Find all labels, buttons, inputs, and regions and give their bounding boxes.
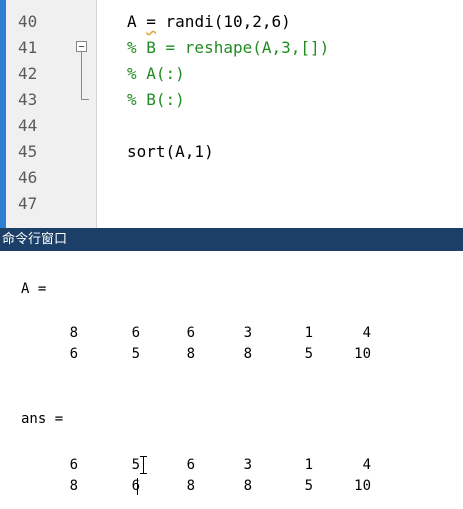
gutter-divider xyxy=(96,0,97,228)
matrix-cell: 1 xyxy=(304,325,313,341)
line-number: 45 xyxy=(18,142,38,161)
matrix-cell: 8 xyxy=(69,325,78,341)
code-text: randi(10,2,6) xyxy=(155,12,291,31)
ibeam-cursor-icon xyxy=(139,456,149,474)
matrix-cell: 6 xyxy=(131,325,140,341)
code-comment-line[interactable]: % A(:) xyxy=(127,64,185,83)
matrix-cell: 8 xyxy=(186,346,195,362)
matrix-cell: 8 xyxy=(69,478,78,494)
line-number: 47 xyxy=(18,194,38,213)
code-fold-end xyxy=(81,99,89,100)
matrix-cell: 8 xyxy=(243,478,252,494)
command-window-title-bar[interactable]: 命令行窗口 xyxy=(0,228,463,251)
matrix-cell: 3 xyxy=(243,325,252,341)
matrix-cell: 8 xyxy=(186,478,195,494)
output-variable-label: ans = xyxy=(21,411,64,427)
code-comment-line[interactable]: % B = reshape(A,3,[]) xyxy=(127,38,329,57)
output-variable-label: A = xyxy=(21,281,47,297)
line-number: 44 xyxy=(18,116,38,135)
matrix-cell: 6 xyxy=(186,457,195,473)
code-comment-line[interactable]: % B(:) xyxy=(127,90,185,109)
line-number: 43 xyxy=(18,90,38,109)
matrix-cell: 6 xyxy=(186,325,195,341)
matrix-cell: 4 xyxy=(362,457,371,473)
matrix-cell: 5 xyxy=(131,346,140,362)
line-number: 40 xyxy=(18,12,38,31)
code-fold-line xyxy=(81,52,82,99)
text-caret xyxy=(137,478,138,495)
line-number: 41 xyxy=(18,38,38,57)
command-window-title: 命令行窗口 xyxy=(2,232,68,247)
code-editor[interactable]: 40 41 42 43 44 45 46 47 A = randi(10,2,6… xyxy=(0,0,463,228)
matrix-cell: 6 xyxy=(69,346,78,362)
matrix-cell: 10 xyxy=(354,346,371,362)
matrix-cell: 6 xyxy=(131,478,140,494)
code-fold-toggle[interactable] xyxy=(76,41,87,52)
matrix-cell: 5 xyxy=(131,457,140,473)
line-number: 42 xyxy=(18,64,38,83)
code-line[interactable]: sort(A,1) xyxy=(127,142,214,161)
matrix-cell: 10 xyxy=(354,478,371,494)
code-line[interactable]: A = randi(10,2,6) xyxy=(127,12,291,31)
matrix-cell: 4 xyxy=(362,325,371,341)
line-number: 46 xyxy=(18,168,38,187)
matrix-cell: 6 xyxy=(69,457,78,473)
matrix-cell: 5 xyxy=(304,478,313,494)
matrix-cell: 8 xyxy=(243,346,252,362)
matrix-cell: 5 xyxy=(304,346,313,362)
matrix-cell: 3 xyxy=(243,457,252,473)
warning-underline[interactable]: = xyxy=(146,12,156,31)
code-text: A xyxy=(127,12,147,31)
matrix-cell: 1 xyxy=(304,457,313,473)
